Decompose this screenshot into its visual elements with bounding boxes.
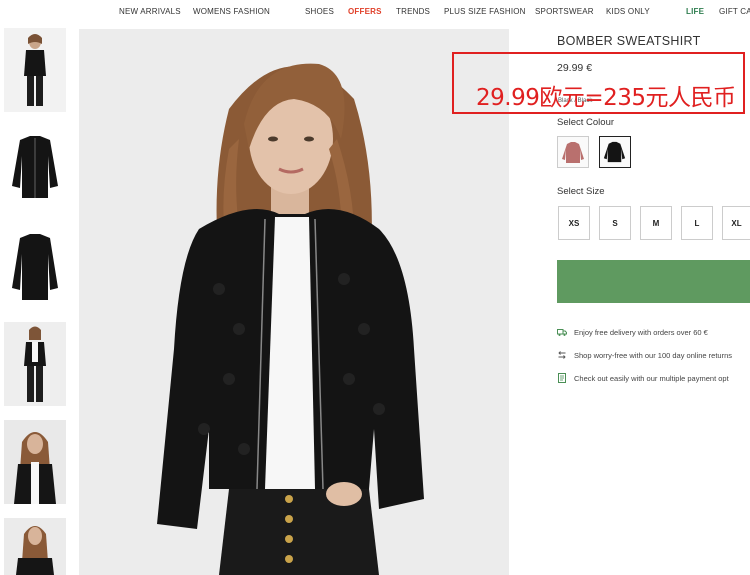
benefit-returns: Shop worry-free with our 100 day online … — [557, 350, 732, 360]
colour-swatch-rose[interactable] — [557, 136, 589, 168]
nav-life[interactable]: LIFE — [686, 7, 704, 16]
nav-offers[interactable]: OFFERS — [348, 7, 382, 16]
benefit-payment-text: Check out easily with our multiple payme… — [574, 373, 729, 383]
black-sweatshirt-icon — [603, 141, 626, 163]
return-arrow-icon — [558, 351, 566, 359]
nav-womens-fashion[interactable]: WOMENS FASHION — [193, 7, 270, 16]
thumbnail-jacket-front[interactable] — [4, 126, 66, 210]
nav-sportswear[interactable]: SPORTSWEAR — [535, 7, 594, 16]
product-title: BOMBER SWEATSHIRT — [557, 34, 701, 48]
benefit-returns-text: Shop worry-free with our 100 day online … — [574, 350, 732, 360]
size-option-xs[interactable]: XS — [558, 206, 590, 240]
nav-kids-only[interactable]: KIDS ONLY — [606, 7, 650, 16]
nav-trends[interactable]: TRENDS — [396, 7, 430, 16]
nav-gift-card[interactable]: GIFT CA — [719, 7, 750, 16]
benefit-payment: Check out easily with our multiple payme… — [557, 373, 729, 383]
price-conversion-annotation: 29.99欧元=235元人民币 — [452, 52, 745, 114]
thumbnail-jacket-back[interactable] — [4, 224, 66, 308]
delivery-truck-icon — [557, 329, 567, 336]
nav-plus-size-fashion[interactable]: PLUS SIZE FASHION — [444, 7, 526, 16]
main-product-image[interactable] — [79, 29, 509, 575]
benefit-free-delivery-text: Enjoy free delivery with orders over 60 … — [574, 327, 708, 337]
size-option-xl[interactable]: XL — [722, 206, 750, 240]
select-size-label: Select Size — [557, 186, 605, 197]
payment-card-icon — [558, 373, 566, 383]
rose-sweatshirt-icon — [562, 142, 584, 163]
price-conversion-text: 29.99欧元=235元人民币 — [476, 85, 736, 111]
nav-new-arrivals[interactable]: NEW ARRIVALS — [119, 7, 181, 16]
thumbnail-full-body-front[interactable] — [4, 28, 66, 112]
size-option-l[interactable]: L — [681, 206, 713, 240]
colour-swatch-black[interactable] — [599, 136, 631, 168]
top-navigation: NEW ARRIVALS WOMENS FASHION SHOES OFFERS… — [0, 0, 750, 24]
thumbnail-model-side[interactable] — [4, 518, 66, 575]
thumbnail-gallery — [0, 28, 68, 575]
thumbnail-model-full[interactable] — [4, 322, 66, 406]
select-colour-label: Select Colour — [557, 117, 615, 128]
size-option-m[interactable]: M — [640, 206, 672, 240]
size-option-s[interactable]: S — [599, 206, 631, 240]
nav-shoes[interactable]: SHOES — [305, 7, 334, 16]
thumbnail-model-closeup[interactable] — [4, 420, 66, 504]
benefit-free-delivery: Enjoy free delivery with orders over 60 … — [557, 327, 708, 337]
add-to-bag-button[interactable] — [557, 260, 750, 303]
